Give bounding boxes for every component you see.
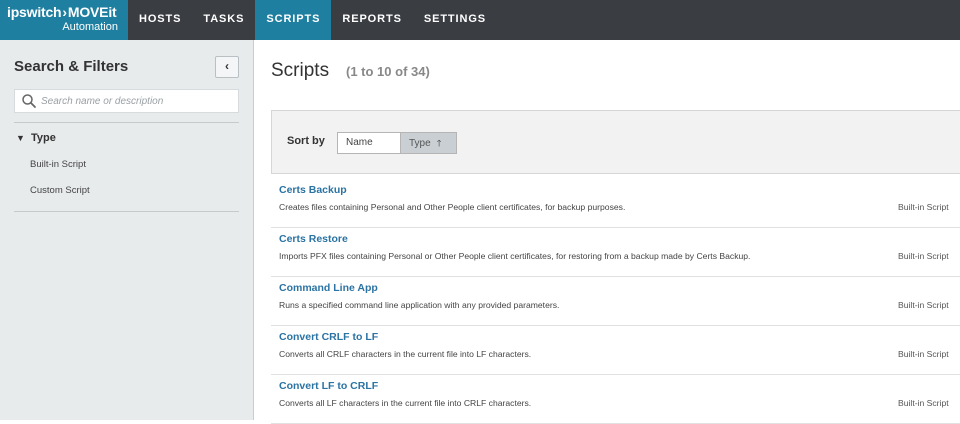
script-row: Command Line App Runs a specified comman… [271,277,960,326]
script-name-link[interactable]: Convert LF to CRLF [279,380,378,392]
sort-toggle-group: Name Type 🡑 [337,132,457,154]
script-description: Runs a specified command line applicatio… [279,300,560,310]
top-nav-bar: ipswitch›MOVEit Automation HOSTS TASKS S… [0,0,960,40]
result-count: (1 to 10 of 34) [346,64,430,79]
script-name-link[interactable]: Certs Restore [279,233,348,245]
main-content: Scripts (1 to 10 of 34) Sort by Name Typ… [255,40,960,424]
script-type: Built-in Script [898,349,949,359]
script-description: Imports PFX files containing Personal or… [279,251,751,261]
logo-product-sub: Automation [62,21,118,33]
script-description: Converts all CRLF characters in the curr… [279,349,532,359]
script-row: Convert LF to CRLF Converts all LF chara… [271,375,960,424]
nav-scripts[interactable]: SCRIPTS [255,0,332,40]
script-row: Convert CRLF to LF Converts all CRLF cha… [271,326,960,375]
script-row: Certs Restore Imports PFX files containi… [271,228,960,277]
main-nav: HOSTS TASKS SCRIPTS REPORTS SETTINGS [128,0,497,40]
script-name-link[interactable]: Certs Backup [279,184,347,196]
app-logo[interactable]: ipswitch›MOVEit Automation [0,0,128,40]
script-row: Certs Backup Creates files containing Pe… [271,179,960,228]
page-title: Scripts [271,60,330,81]
nav-reports[interactable]: REPORTS [331,0,412,40]
arrow-up-icon: 🡑 [436,138,442,148]
logo-brand: ipswitch›MOVEit [7,4,117,20]
filter-sidebar: Search & Filters ‹ ▼ Type Built-in Script… [0,40,254,420]
sidebar-divider [14,211,239,212]
nav-tasks[interactable]: TASKS [192,0,255,40]
filter-option-built-in-script[interactable]: Built-in Script [30,159,86,170]
script-description: Creates files containing Personal and Ot… [279,202,626,212]
sort-bar: Sort by Name Type 🡑 [271,110,960,174]
sidebar-divider [14,122,239,123]
filter-group-label: Type [31,132,56,144]
chevron-down-icon: ▼ [16,133,25,143]
sort-by-type-button[interactable]: Type 🡑 [400,133,456,153]
search-input[interactable] [41,92,236,110]
sidebar-title: Search & Filters [14,58,129,75]
sort-by-name-button[interactable]: Name [338,133,400,153]
filter-option-custom-script[interactable]: Custom Script [30,185,90,196]
script-type: Built-in Script [898,202,949,212]
script-name-link[interactable]: Command Line App [279,282,378,294]
script-description: Converts all LF characters in the curren… [279,398,532,408]
script-type: Built-in Script [898,300,949,310]
nav-settings[interactable]: SETTINGS [413,0,497,40]
script-name-link[interactable]: Convert CRLF to LF [279,331,378,343]
collapse-sidebar-button[interactable]: ‹ [215,56,239,78]
nav-hosts[interactable]: HOSTS [128,0,192,40]
script-type: Built-in Script [898,251,949,261]
script-type: Built-in Script [898,398,949,408]
chevron-left-icon: ‹ [225,59,229,73]
filter-group-type[interactable]: ▼ Type [16,132,56,144]
search-box[interactable] [14,89,239,113]
search-icon [22,94,36,108]
sort-label: Sort by [287,135,325,147]
